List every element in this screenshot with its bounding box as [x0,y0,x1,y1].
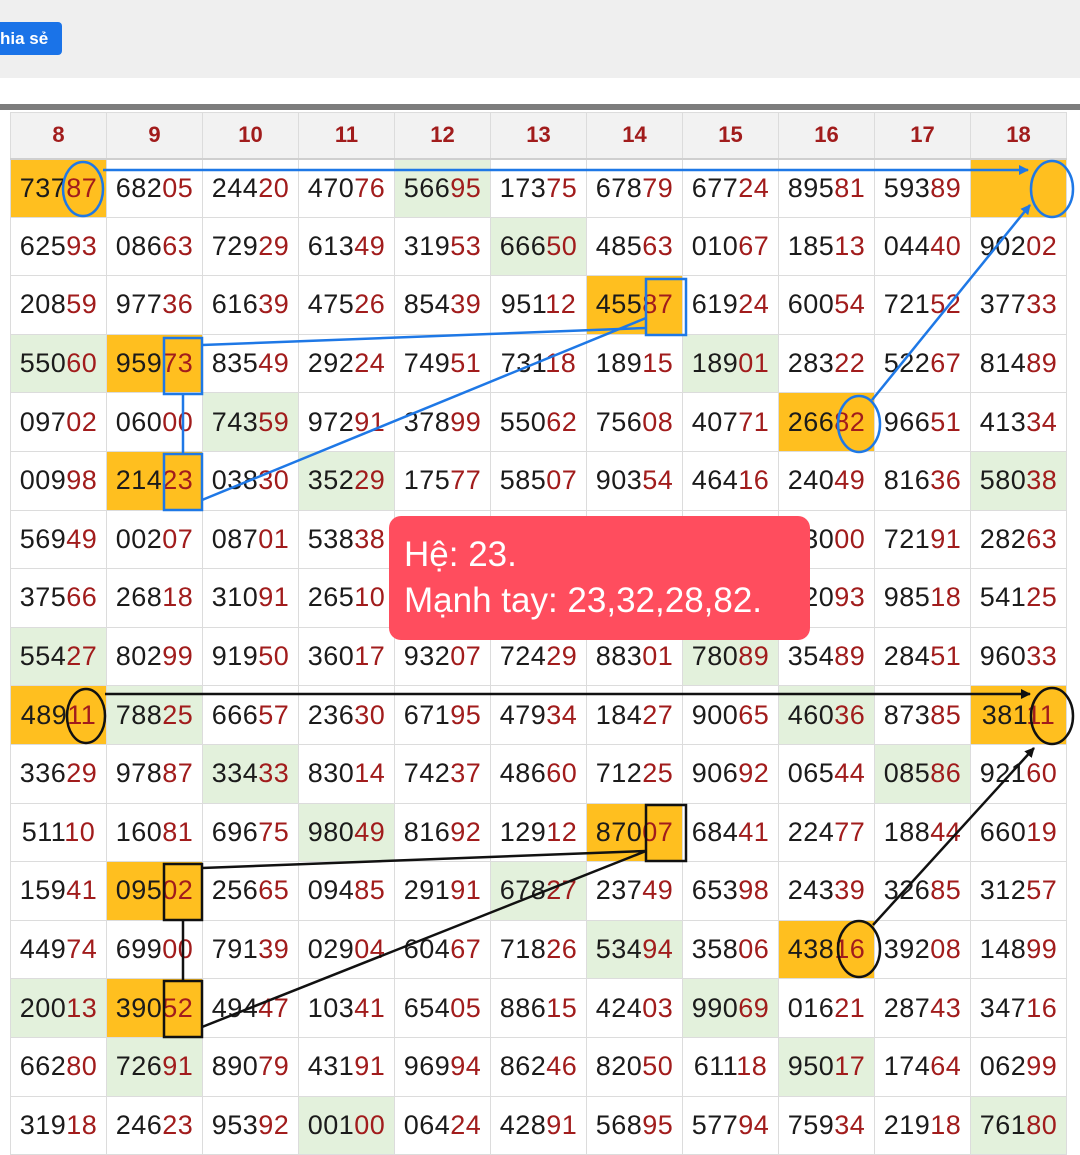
blue-link-73-87 [201,326,647,347]
blue-box-23 [162,452,204,512]
black-arrow-16 [872,747,1035,926]
black-annotations [65,686,1075,1039]
callout-line-1: Hệ: 23. [404,535,517,574]
blue-circle-row1-col18 [1029,159,1075,219]
black-link-52-07 [201,849,647,1029]
callout-note: Hệ: 23. Mạnh tay: 23,32,28,82. [389,516,810,640]
black-circle-11-right [1029,686,1075,746]
blue-circle-82 [836,394,882,454]
black-box-07 [644,803,688,863]
blue-annotations [61,159,1075,512]
black-circle-16 [836,919,882,979]
black-box-52 [162,979,204,1039]
blue-link-23-87 [201,316,647,502]
blue-arrow-82 [871,204,1031,401]
black-circle-11-left [65,687,107,745]
black-box-02 [162,862,204,922]
blue-box-87 [644,277,688,337]
blue-circle-87 [61,160,105,218]
callout-line-2: Mạnh tay: 23,32,28,82. [404,581,763,620]
black-link-02-07 [201,849,647,870]
blue-box-73 [162,336,204,396]
